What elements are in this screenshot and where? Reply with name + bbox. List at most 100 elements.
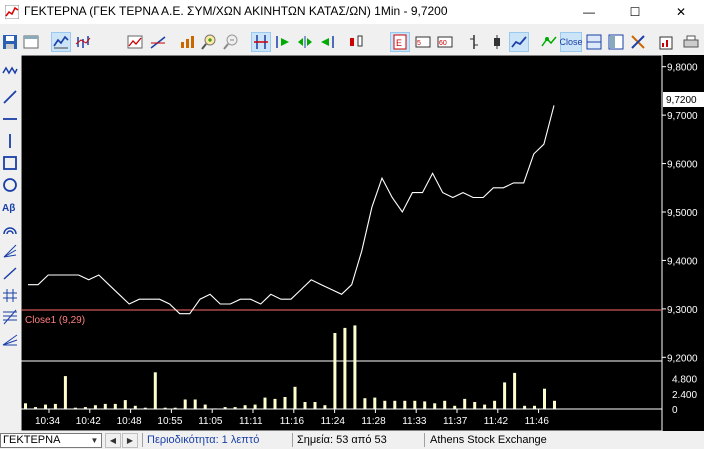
layout-icon [586, 34, 602, 50]
export-button[interactable] [657, 32, 677, 52]
gann-icon [2, 334, 18, 346]
ohlc-chart-button[interactable] [73, 32, 93, 52]
maximize-button[interactable]: ☐ [612, 0, 658, 24]
volume-bar [103, 403, 107, 409]
status-bar: ΓΕΚΤΕΡΝΑ ▼ ◀ ▶ Περιοδικότητα: 1 λεπτό Ση… [0, 431, 704, 449]
save-button[interactable] [0, 32, 20, 52]
zoom-out-icon [223, 34, 238, 50]
volume-bar [543, 388, 546, 409]
ellipse-tool[interactable] [1, 176, 19, 194]
text-tool[interactable]: Aβ [1, 198, 19, 216]
time-tick-label: 11:05 [198, 416, 223, 427]
time-tick-label: 11:33 [402, 416, 427, 427]
fan-icon [3, 244, 17, 258]
fan-tool[interactable] [1, 242, 19, 260]
volume-tick-label: 2.400 [672, 390, 697, 401]
symbol-select[interactable]: ΓΕΚΤΕΡΝΑ ▼ [0, 433, 102, 448]
volume-bar [153, 372, 157, 409]
period-button[interactable]: 5 [413, 32, 433, 52]
exchange-status: Athens Stock Exchange [430, 434, 547, 446]
chart-area[interactable]: Close1 (9,29) 9,8000 9,7000 9,6000 9,5000 9,… [20, 54, 704, 432]
channel-icon [3, 289, 17, 302]
hline-tool[interactable] [1, 110, 19, 128]
window-icon [23, 35, 39, 49]
volume-bar [443, 400, 447, 409]
volume-bar [183, 399, 187, 409]
candles-icon [350, 35, 363, 47]
chart-svg[interactable]: Close1 (9,29) 9,8000 9,7000 9,6000 9,5000 9,… [20, 54, 704, 432]
chart-window-button[interactable] [125, 32, 145, 52]
volume-bar [293, 386, 297, 409]
time-tick-label: 11:24 [321, 416, 346, 427]
trend-button[interactable] [148, 32, 168, 52]
scroll-left-button[interactable] [317, 32, 337, 52]
panels-icon [608, 34, 624, 50]
arc-tool[interactable] [1, 220, 19, 238]
data-table-button[interactable]: E [390, 32, 410, 52]
bar-style-button[interactable] [464, 32, 484, 52]
print-icon [683, 35, 699, 48]
bar-style-icon [470, 35, 478, 49]
chevron-down-icon: ▼ [90, 436, 99, 445]
text-icon: Aβ [2, 203, 15, 214]
candles-button[interactable] [346, 32, 366, 52]
gann-tool[interactable] [1, 330, 19, 348]
volume-bar [63, 376, 67, 409]
status-divider [292, 433, 293, 447]
indicator-add-button[interactable] [177, 32, 197, 52]
tools-button[interactable] [628, 32, 648, 52]
svg-text:60: 60 [439, 40, 447, 47]
data-table-icon: E [393, 34, 407, 50]
period-status: Περιοδικότητα: 1 λεπτό [147, 434, 260, 446]
rectangle-tool[interactable] [1, 154, 19, 172]
volume-bar [243, 405, 247, 409]
fibonacci-tool[interactable] [1, 308, 19, 326]
volume-bar [353, 325, 357, 409]
volume-bar [483, 404, 487, 409]
zoom-out-button[interactable] [221, 32, 241, 52]
vertical-line-icon [9, 134, 11, 148]
print-button[interactable] [681, 32, 701, 52]
prev-button[interactable]: ◀ [105, 433, 121, 448]
zoom-in-button[interactable] [199, 32, 219, 52]
cursor-tool[interactable] [1, 62, 19, 80]
channel-tool[interactable] [1, 286, 19, 304]
line-chart-button[interactable] [51, 32, 71, 52]
sixty-button[interactable]: 60 [435, 32, 455, 52]
volume-bar [313, 402, 317, 409]
candle-style-button[interactable] [487, 32, 507, 52]
indicator-label: Close1 (9,29) [25, 315, 85, 326]
volume-bar [413, 400, 417, 409]
line-style-button[interactable] [509, 32, 529, 52]
circle-icon [3, 178, 17, 192]
volume-bar [363, 398, 367, 409]
volume-bar [93, 405, 97, 409]
volume-bar [473, 402, 477, 409]
volume-bar [553, 400, 556, 409]
next-button[interactable]: ▶ [122, 433, 138, 448]
crosshair-button[interactable] [251, 32, 271, 52]
line-tool[interactable] [1, 88, 19, 106]
price-tick-label: 9,3000 [667, 305, 698, 316]
volume-bar [503, 382, 507, 409]
ohlc-chart-icon [75, 36, 91, 48]
panels-button[interactable] [606, 32, 626, 52]
close-button[interactable]: ✕ [658, 0, 704, 24]
scroll-right-button[interactable] [273, 32, 293, 52]
fit-button[interactable] [295, 32, 315, 52]
vline-tool[interactable] [1, 132, 19, 150]
title-bar: ΓΕΚΤΕΡΝΑ (ΓΕΚ ΤΕΡΝΑ Α.Ε. ΣΥΜ/ΧΩΝ ΑΚΙΝΗΤΩ… [0, 0, 704, 24]
price-tick-label: 9,2000 [667, 353, 698, 364]
ray-tool[interactable] [1, 264, 19, 282]
minimize-icon: — [583, 5, 595, 19]
close-price-button[interactable]: Close [560, 32, 583, 52]
volume-bar [323, 405, 327, 409]
crosshair-icon [254, 35, 268, 49]
minimize-button[interactable]: — [566, 0, 612, 24]
points-button[interactable] [539, 32, 559, 52]
layout-button[interactable] [584, 32, 604, 52]
indicator-add-icon [181, 36, 194, 48]
window-button[interactable] [21, 32, 41, 52]
volume-bar [44, 404, 47, 409]
volume-bar [253, 404, 257, 409]
